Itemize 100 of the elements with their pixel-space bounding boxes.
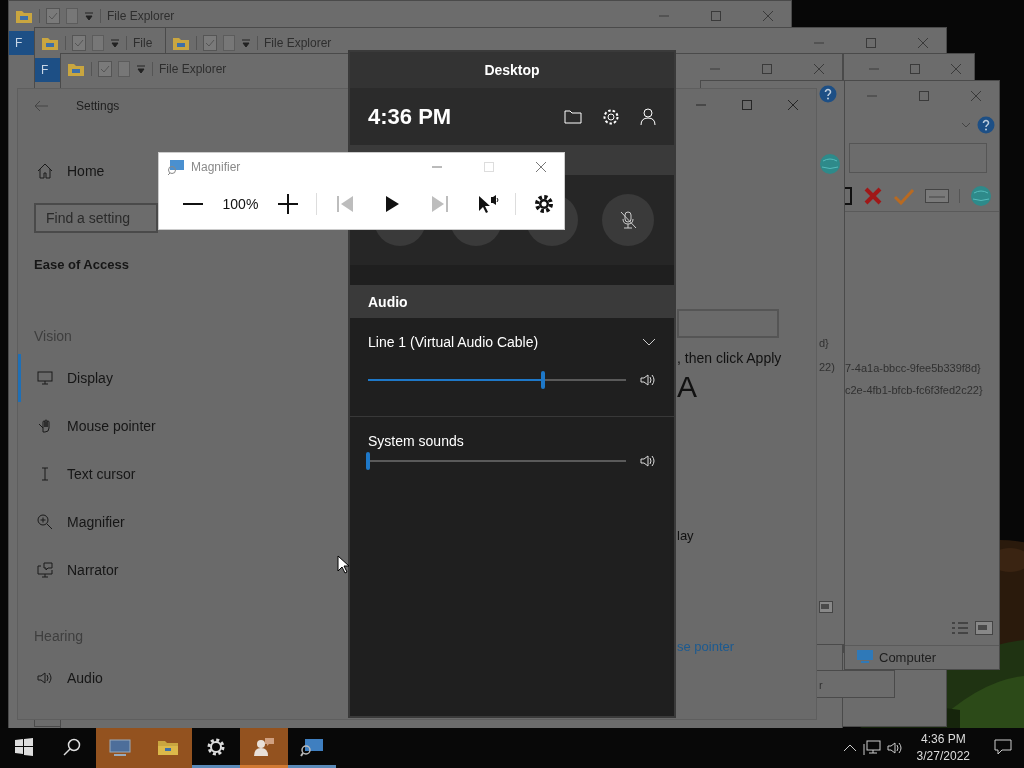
close-icon (763, 11, 773, 21)
page-icon[interactable] (92, 35, 104, 51)
settings-icon (533, 193, 556, 215)
ribbon-tab[interactable]: F (9, 31, 35, 55)
minus-icon (182, 203, 203, 205)
maximize-icon (762, 64, 772, 74)
zoom-level: 100% (221, 196, 260, 212)
settings-icon[interactable] (602, 107, 620, 126)
status-text: Computer (879, 649, 937, 665)
text-line: r (819, 679, 823, 691)
help-icon[interactable] (819, 85, 837, 103)
maximize-icon (484, 161, 494, 172)
close-icon (814, 64, 824, 74)
speaker-icon[interactable] (886, 741, 905, 755)
start-icon (15, 737, 33, 756)
hand-pointer-icon (37, 418, 53, 434)
nav-item[interactable]: Text cursor (18, 450, 144, 498)
window-title: File (133, 36, 153, 50)
clock[interactable]: 4:36 PM 3/27/2022 (910, 731, 976, 765)
user-icon[interactable] (640, 107, 656, 126)
monitor-speech-icon (37, 562, 53, 578)
folder-icon[interactable] (564, 109, 582, 124)
maximize-icon (711, 11, 721, 21)
help-icon[interactable] (977, 116, 995, 134)
close-icon (788, 100, 798, 110)
nav-item[interactable]: Audio (18, 654, 111, 702)
ribbon-tab[interactable]: F (35, 58, 61, 82)
checklist-icon[interactable] (72, 35, 86, 51)
people-icon (253, 735, 275, 758)
envelope-icon[interactable] (925, 189, 949, 203)
text-line: c2e-4fb1-bfcb-fc6f3fed2c22} (845, 384, 984, 396)
speaker-icon[interactable] (640, 454, 656, 468)
folder-icon (172, 35, 190, 51)
chevron-up-icon[interactable] (842, 744, 857, 752)
search-field[interactable]: Find a setting (34, 203, 158, 233)
slider-thumb[interactable] (366, 452, 370, 470)
caret-icon[interactable] (110, 38, 120, 48)
mouse-cursor-icon (337, 555, 349, 574)
device-name: System sounds (368, 433, 464, 449)
back-arrow-icon[interactable] (34, 100, 48, 112)
mic-off-button[interactable] (602, 194, 654, 246)
view-icon[interactable] (819, 601, 833, 613)
speaker-icon (37, 671, 53, 685)
instruction-text: , then click Apply (677, 350, 782, 366)
details-view-icon[interactable] (951, 621, 969, 635)
close-icon (918, 38, 928, 48)
device-name: Line 1 (Virtual Audio Cable) (368, 334, 539, 350)
text-line: 7-4a1a-bbcc-9fee5b339f8d} (845, 362, 982, 374)
view-icon[interactable] (975, 621, 993, 635)
delete-icon[interactable] (863, 186, 883, 206)
window-title: File Explorer (159, 62, 227, 76)
nav-item[interactable]: Narrator (18, 546, 127, 594)
nav-item[interactable]: Magnifier (18, 498, 133, 546)
checklist-icon[interactable] (203, 35, 217, 51)
window-title: File Explorer (264, 36, 332, 50)
globe-icon[interactable] (819, 153, 841, 175)
close-icon (951, 64, 962, 74)
page-icon[interactable] (66, 8, 78, 24)
monitor-icon (37, 371, 53, 385)
plus-icon (278, 194, 299, 214)
caret-icon[interactable] (84, 11, 94, 21)
checklist-icon[interactable] (98, 61, 112, 77)
page-icon[interactable] (118, 61, 130, 77)
body-text: lay (677, 528, 695, 543)
nav-item[interactable]: Display (18, 354, 121, 402)
skip-back-icon (335, 195, 354, 213)
close-icon (971, 91, 981, 101)
window-title: File Explorer (107, 9, 175, 23)
magnifier-icon (167, 158, 185, 175)
window-title: Magnifier (191, 159, 241, 174)
zoom-in-icon (37, 514, 53, 530)
home-icon (37, 163, 53, 179)
section-heading: Ease of Access (34, 257, 130, 272)
maximize-icon (919, 91, 929, 101)
network-icon[interactable] (862, 740, 881, 756)
caret-icon[interactable] (241, 38, 251, 48)
nav-item[interactable]: Mouse pointer (18, 402, 164, 450)
page-icon[interactable] (223, 35, 235, 51)
search-icon (63, 737, 81, 756)
section-heading: Audio (368, 293, 408, 310)
pointer-speaker-icon (476, 194, 499, 214)
home-link[interactable]: Home (18, 147, 113, 195)
window-title: Settings (76, 99, 120, 113)
sample-text: A (677, 370, 698, 404)
caret-icon[interactable] (136, 64, 146, 74)
maximize-icon (866, 38, 876, 48)
close-icon (536, 161, 546, 172)
checkmark-icon[interactable] (893, 187, 915, 205)
slider-thumb[interactable] (541, 371, 546, 389)
folder-icon (67, 61, 85, 77)
globe-icon[interactable] (970, 185, 992, 207)
skip-forward-icon (430, 195, 449, 213)
checklist-icon[interactable] (46, 8, 60, 24)
mic-off-icon (619, 210, 637, 230)
text-field[interactable] (677, 309, 779, 338)
folder-icon (15, 8, 33, 24)
magnifier-icon (300, 736, 324, 757)
window-icon[interactable] (845, 186, 853, 206)
folder-icon (41, 35, 59, 51)
speaker-icon[interactable] (640, 373, 656, 387)
